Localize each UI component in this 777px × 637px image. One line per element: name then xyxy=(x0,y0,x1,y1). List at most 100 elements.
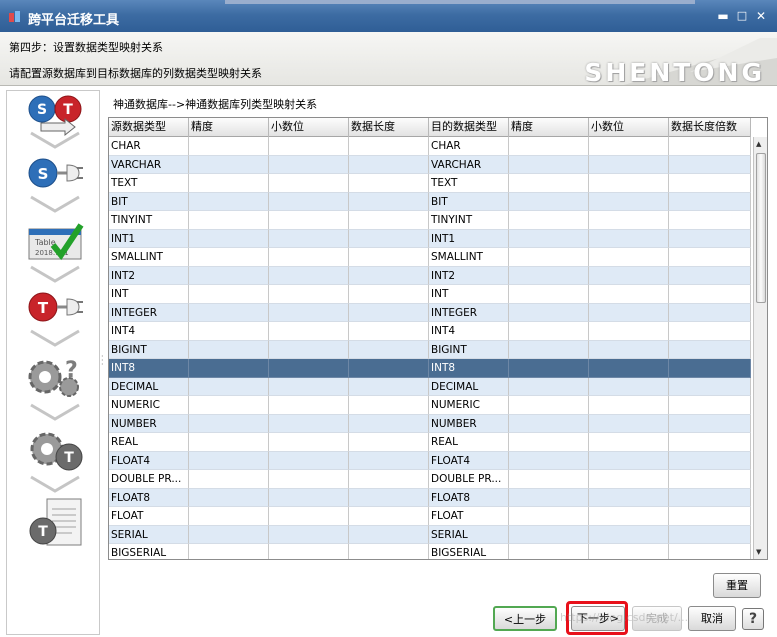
table-cell[interactable]: FLOAT4 xyxy=(429,451,509,470)
table-cell[interactable] xyxy=(509,285,589,304)
close-icon[interactable]: ✕ xyxy=(753,8,769,24)
table-row[interactable]: FLOAT4 FLOAT4 xyxy=(109,451,751,470)
table-cell[interactable] xyxy=(509,192,589,211)
table-cell[interactable]: REAL xyxy=(109,433,189,452)
table-cell[interactable]: CHAR xyxy=(429,137,509,156)
table-row[interactable]: REAL REAL xyxy=(109,433,751,452)
table-cell[interactable] xyxy=(349,211,429,230)
table-cell[interactable]: INTEGER xyxy=(109,303,189,322)
table-cell[interactable] xyxy=(269,266,349,285)
table-cell[interactable] xyxy=(509,322,589,341)
table-cell[interactable]: INT4 xyxy=(109,322,189,341)
table-cell[interactable] xyxy=(269,174,349,193)
table-row[interactable]: INT INT xyxy=(109,285,751,304)
table-cell[interactable] xyxy=(589,507,669,526)
table-cell[interactable] xyxy=(509,303,589,322)
table-cell[interactable]: SERIAL xyxy=(429,525,509,544)
table-cell[interactable] xyxy=(509,377,589,396)
minimize-icon[interactable]: ▬ xyxy=(715,8,731,24)
previous-step-button[interactable]: <上一步 xyxy=(493,606,557,631)
table-cell[interactable] xyxy=(189,137,269,156)
table-cell[interactable] xyxy=(189,322,269,341)
table-cell[interactable] xyxy=(269,396,349,415)
table-row[interactable]: INT8 INT8 xyxy=(109,359,751,378)
table-cell[interactable] xyxy=(269,470,349,489)
table-cell[interactable] xyxy=(349,470,429,489)
table-cell[interactable] xyxy=(189,451,269,470)
table-cell[interactable] xyxy=(349,451,429,470)
table-cell[interactable] xyxy=(589,433,669,452)
table-cell[interactable]: INT xyxy=(109,285,189,304)
table-cell[interactable] xyxy=(189,192,269,211)
table-row[interactable]: BIGINT BIGINT xyxy=(109,340,751,359)
table-cell[interactable] xyxy=(509,155,589,174)
table-cell[interactable] xyxy=(269,229,349,248)
table-cell[interactable] xyxy=(189,488,269,507)
table-cell[interactable] xyxy=(189,470,269,489)
table-cell[interactable]: FLOAT xyxy=(429,507,509,526)
table-cell[interactable] xyxy=(269,211,349,230)
table-cell[interactable] xyxy=(669,322,751,341)
table-cell[interactable] xyxy=(349,266,429,285)
table-cell[interactable] xyxy=(589,525,669,544)
table-cell[interactable] xyxy=(509,433,589,452)
table-cell[interactable]: FLOAT4 xyxy=(109,451,189,470)
table-cell[interactable]: INT2 xyxy=(429,266,509,285)
table-cell[interactable] xyxy=(189,396,269,415)
table-cell[interactable] xyxy=(589,451,669,470)
table-cell[interactable]: CHAR xyxy=(109,137,189,156)
column-header[interactable]: 小数位 xyxy=(589,118,669,137)
column-header[interactable]: 数据长度倍数 xyxy=(669,118,751,137)
table-cell[interactable] xyxy=(269,192,349,211)
table-cell[interactable] xyxy=(669,340,751,359)
table-cell[interactable] xyxy=(509,211,589,230)
table-cell[interactable]: NUMERIC xyxy=(109,396,189,415)
table-cell[interactable] xyxy=(589,174,669,193)
table-cell[interactable] xyxy=(189,248,269,267)
column-header[interactable]: 精度 xyxy=(189,118,269,137)
table-cell[interactable]: BIGSERIAL xyxy=(109,544,189,559)
table-cell[interactable] xyxy=(269,488,349,507)
table-cell[interactable] xyxy=(669,470,751,489)
table-cell[interactable] xyxy=(349,414,429,433)
table-row[interactable]: FLOAT8 FLOAT8 xyxy=(109,488,751,507)
table-cell[interactable] xyxy=(509,414,589,433)
table-cell[interactable] xyxy=(269,433,349,452)
table-cell[interactable] xyxy=(669,544,751,559)
table-cell[interactable]: FLOAT8 xyxy=(109,488,189,507)
table-cell[interactable]: TINYINT xyxy=(109,211,189,230)
table-cell[interactable] xyxy=(269,155,349,174)
table-cell[interactable]: DOUBLE PR... xyxy=(429,470,509,489)
table-cell[interactable] xyxy=(349,433,429,452)
table-cell[interactable]: DECIMAL xyxy=(109,377,189,396)
table-cell[interactable] xyxy=(669,303,751,322)
table-cell[interactable] xyxy=(189,433,269,452)
table-cell[interactable] xyxy=(269,322,349,341)
table-row[interactable]: TINYINT TINYINT xyxy=(109,211,751,230)
cancel-button[interactable]: 取消 xyxy=(688,606,736,631)
table-cell[interactable] xyxy=(349,248,429,267)
table-cell[interactable]: SERIAL xyxy=(109,525,189,544)
table-cell[interactable] xyxy=(589,414,669,433)
maximize-icon[interactable]: □ xyxy=(734,8,750,24)
table-cell[interactable] xyxy=(509,137,589,156)
table-row[interactable]: SERIAL SERIAL xyxy=(109,525,751,544)
scroll-down-icon[interactable]: ▼ xyxy=(756,548,761,556)
table-cell[interactable] xyxy=(589,340,669,359)
table-cell[interactable] xyxy=(669,248,751,267)
table-cell[interactable]: BIT xyxy=(429,192,509,211)
table-cell[interactable] xyxy=(269,303,349,322)
table-row[interactable]: FLOAT FLOAT xyxy=(109,507,751,526)
table-cell[interactable] xyxy=(349,229,429,248)
table-cell[interactable] xyxy=(189,211,269,230)
table-cell[interactable] xyxy=(589,396,669,415)
table-cell[interactable] xyxy=(269,248,349,267)
column-header[interactable]: 目的数据类型 xyxy=(429,118,509,137)
table-cell[interactable] xyxy=(669,155,751,174)
table-cell[interactable] xyxy=(349,192,429,211)
vertical-scrollbar[interactable]: ▲ ▼ xyxy=(753,137,767,559)
table-cell[interactable] xyxy=(589,155,669,174)
table-cell[interactable] xyxy=(269,340,349,359)
table-cell[interactable] xyxy=(349,285,429,304)
table-cell[interactable]: INT xyxy=(429,285,509,304)
